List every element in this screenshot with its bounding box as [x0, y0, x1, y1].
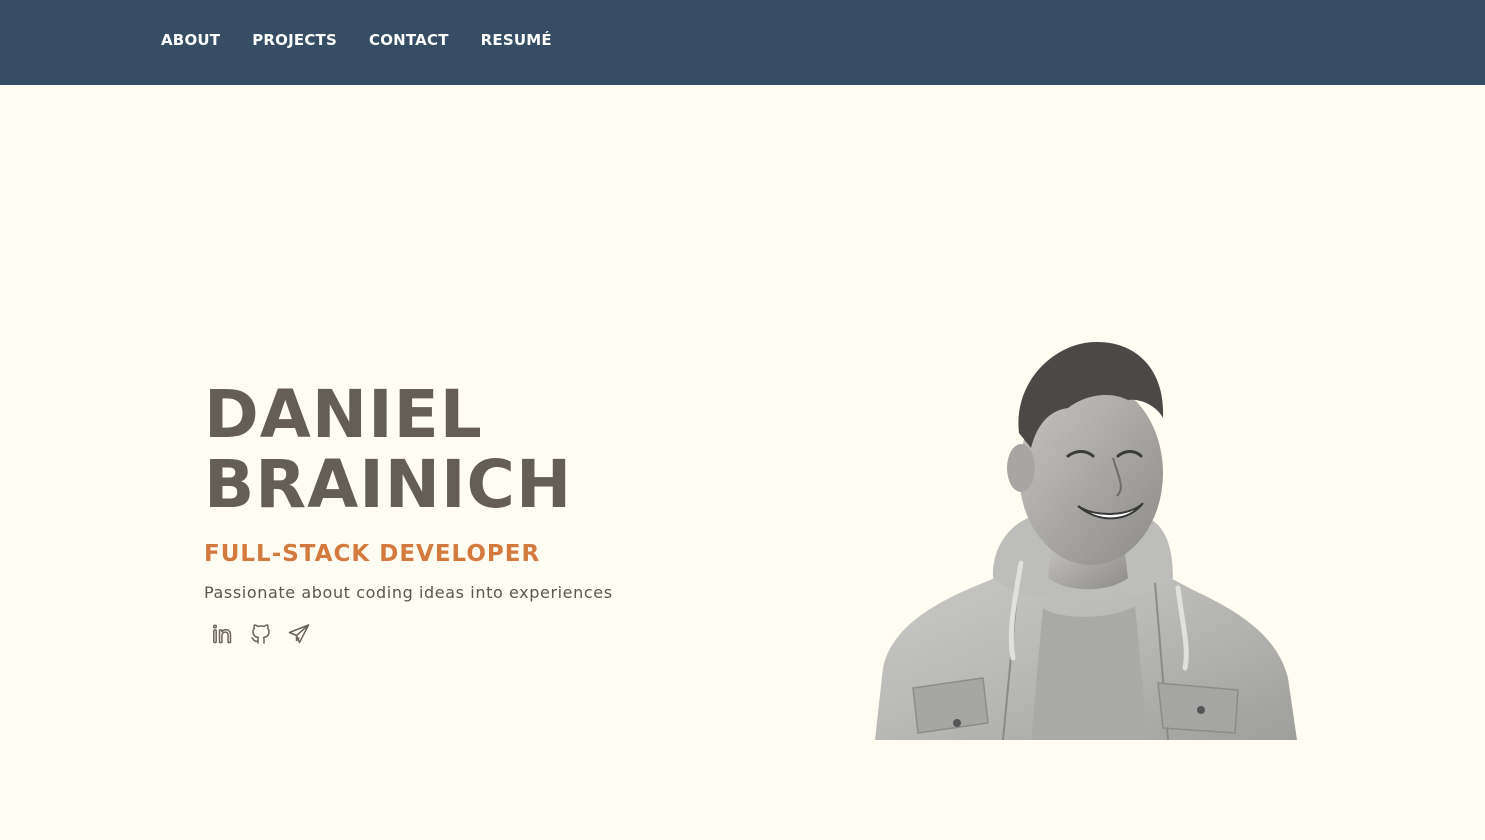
social-links — [204, 621, 724, 647]
paper-plane-icon — [288, 624, 310, 644]
hero-role: FULL-STACK DEVELOPER — [204, 541, 541, 567]
nav-link-projects[interactable]: PROJECTS — [252, 30, 337, 50]
nav-link-resume[interactable]: RESUMÉ — [481, 30, 552, 50]
hero-name: DANIEL BRAINICH — [204, 380, 724, 520]
top-navigation-bar: ABOUT PROJECTS CONTACT RESUMÉ — [0, 0, 1485, 85]
github-icon — [251, 624, 270, 644]
hero-last-name: BRAINICH — [204, 446, 573, 523]
main-nav: ABOUT PROJECTS CONTACT RESUMÉ — [161, 30, 584, 50]
hero-first-name: DANIEL — [204, 376, 483, 453]
portrait-photo — [875, 341, 1297, 740]
hero-tagline: Passionate about coding ideas into exper… — [204, 583, 613, 602]
linkedin-link[interactable] — [210, 621, 236, 647]
hero-section: DANIEL BRAINICH FULL-STACK DEVELOPER Pas… — [204, 380, 724, 647]
linkedin-icon — [212, 624, 232, 644]
nav-link-about[interactable]: ABOUT — [161, 30, 220, 50]
nav-link-contact[interactable]: CONTACT — [369, 30, 449, 50]
github-link[interactable] — [248, 621, 274, 647]
telegram-link[interactable] — [286, 621, 312, 647]
